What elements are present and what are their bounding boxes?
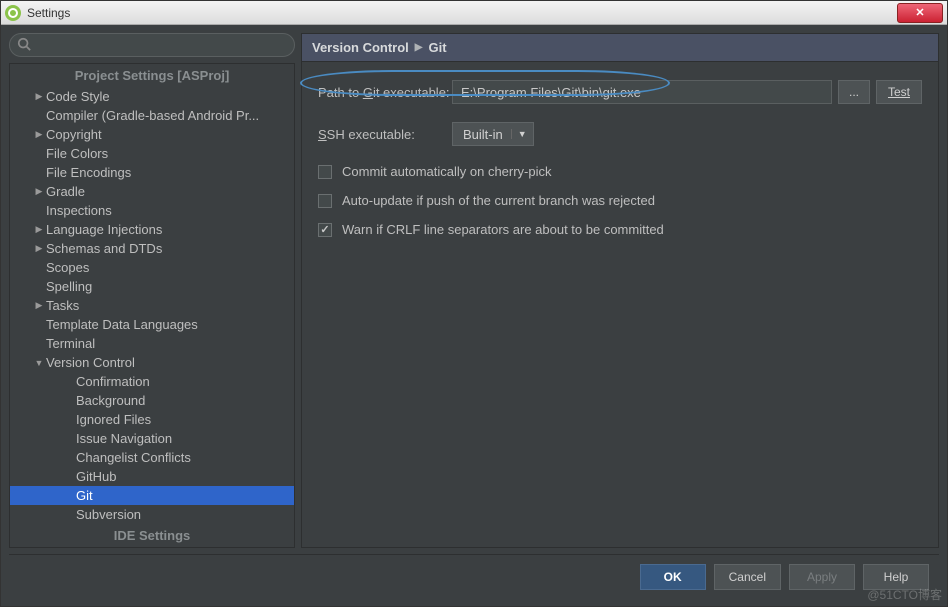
- tree-item-spelling[interactable]: Spelling: [10, 277, 294, 296]
- tree-item-label: Issue Navigation: [76, 431, 172, 446]
- tree-item-label: File Encodings: [46, 165, 131, 180]
- chevron-right-icon: ▶: [32, 91, 46, 102]
- tree-item-language-injections[interactable]: ▶Language Injections: [10, 220, 294, 239]
- tree-item-label: Git: [76, 488, 93, 503]
- window-title: Settings: [27, 6, 897, 20]
- tree-item-copyright[interactable]: ▶Copyright: [10, 125, 294, 144]
- cherry-pick-checkbox[interactable]: [318, 165, 332, 179]
- chevron-right-icon: ▶: [32, 129, 46, 140]
- tree-item-label: Schemas and DTDs: [46, 241, 162, 256]
- client-area: Project Settings [ASProj]▶Code StyleComp…: [1, 25, 947, 606]
- sidebar: Project Settings [ASProj]▶Code StyleComp…: [9, 33, 295, 548]
- tree-item-compiler-gradle-based-android-pr[interactable]: Compiler (Gradle-based Android Pr...: [10, 106, 294, 125]
- crlf-warn-label: Warn if CRLF line separators are about t…: [342, 222, 664, 237]
- test-button[interactable]: Test: [876, 80, 922, 104]
- chevron-down-icon: ▼: [511, 129, 527, 139]
- settings-tree[interactable]: Project Settings [ASProj]▶Code StyleComp…: [9, 63, 295, 548]
- ssh-executable-select[interactable]: Built-in▼: [452, 122, 534, 146]
- tree-item-changelist-conflicts[interactable]: Changelist Conflicts: [10, 448, 294, 467]
- tree-item-gradle[interactable]: ▶Gradle: [10, 182, 294, 201]
- tree-item-label: Ignored Files: [76, 412, 151, 427]
- chevron-right-icon: ▶: [32, 300, 46, 311]
- tree-item-label: Copyright: [46, 127, 102, 142]
- content-panel: Version Control ▶ Git Path to Git execut…: [301, 33, 939, 548]
- tree-item-template-data-languages[interactable]: Template Data Languages: [10, 315, 294, 334]
- breadcrumb-part: Git: [429, 40, 447, 55]
- apply-button[interactable]: Apply: [789, 564, 855, 590]
- tree-item-issue-navigation[interactable]: Issue Navigation: [10, 429, 294, 448]
- chevron-down-icon: ▼: [32, 358, 46, 368]
- tree-item-label: Background: [76, 393, 145, 408]
- chevron-right-icon: ▶: [32, 186, 46, 197]
- tree-item-label: File Colors: [46, 146, 108, 161]
- auto-update-label: Auto-update if push of the current branc…: [342, 193, 655, 208]
- tree-item-version-control[interactable]: ▼Version Control: [10, 353, 294, 372]
- tree-item-label: Gradle: [46, 184, 85, 199]
- titlebar: Settings ✕: [1, 1, 947, 25]
- git-settings-form: Path to Git executable: ... Test SSH exe…: [302, 62, 938, 269]
- ssh-label: SSH executable:: [318, 127, 452, 142]
- tree-item-label: Tasks: [46, 298, 79, 313]
- tree-item-ignored-files[interactable]: Ignored Files: [10, 410, 294, 429]
- tree-item-background[interactable]: Background: [10, 391, 294, 410]
- tree-item-label: Confirmation: [76, 374, 150, 389]
- app-icon: [5, 5, 21, 21]
- browse-button[interactable]: ...: [838, 80, 870, 104]
- chevron-right-icon: ▶: [32, 224, 46, 235]
- search-icon: [17, 37, 31, 51]
- tree-item-label: Scopes: [46, 260, 89, 275]
- breadcrumb: Version Control ▶ Git: [302, 34, 938, 62]
- breadcrumb-part[interactable]: Version Control: [312, 40, 409, 55]
- tree-item-label: Version Control: [46, 355, 135, 370]
- auto-update-checkbox[interactable]: [318, 194, 332, 208]
- tree-item-label: Changelist Conflicts: [76, 450, 191, 465]
- dialog-footer: OK Cancel Apply Help: [9, 554, 939, 598]
- close-button[interactable]: ✕: [897, 3, 943, 23]
- tree-item-github[interactable]: GitHub: [10, 467, 294, 486]
- cancel-button[interactable]: Cancel: [714, 564, 781, 590]
- git-path-input[interactable]: [452, 80, 832, 104]
- cherry-pick-label: Commit automatically on cherry-pick: [342, 164, 552, 179]
- tree-item-schemas-and-dtds[interactable]: ▶Schemas and DTDs: [10, 239, 294, 258]
- tree-item-label: Compiler (Gradle-based Android Pr...: [46, 108, 259, 123]
- ok-button[interactable]: OK: [640, 564, 706, 590]
- path-label: Path to Git executable:: [318, 85, 452, 100]
- settings-window: Settings ✕ Project Settings [ASProj]▶Cod…: [0, 0, 948, 607]
- tree-item-confirmation[interactable]: Confirmation: [10, 372, 294, 391]
- tree-item-label: Spelling: [46, 279, 92, 294]
- tree-item-inspections[interactable]: Inspections: [10, 201, 294, 220]
- tree-item-tasks[interactable]: ▶Tasks: [10, 296, 294, 315]
- tree-item-file-colors[interactable]: File Colors: [10, 144, 294, 163]
- breadcrumb-sep-icon: ▶: [415, 42, 423, 53]
- search-input[interactable]: [9, 33, 295, 57]
- tree-section-header: Project Settings [ASProj]: [10, 64, 294, 87]
- tree-item-scopes[interactable]: Scopes: [10, 258, 294, 277]
- tree-item-label: Code Style: [46, 89, 110, 104]
- crlf-warn-checkbox[interactable]: [318, 223, 332, 237]
- tree-item-subversion[interactable]: Subversion: [10, 505, 294, 524]
- tree-item-label: Inspections: [46, 203, 112, 218]
- tree-item-label: Terminal: [46, 336, 95, 351]
- help-button[interactable]: Help: [863, 564, 929, 590]
- chevron-right-icon: ▶: [32, 243, 46, 254]
- tree-item-label: Subversion: [76, 507, 141, 522]
- tree-item-code-style[interactable]: ▶Code Style: [10, 87, 294, 106]
- tree-item-label: Template Data Languages: [46, 317, 198, 332]
- tree-section-header: IDE Settings: [10, 524, 294, 547]
- tree-item-label: GitHub: [76, 469, 116, 484]
- tree-item-terminal[interactable]: Terminal: [10, 334, 294, 353]
- tree-item-git[interactable]: Git: [10, 486, 294, 505]
- tree-item-label: Language Injections: [46, 222, 162, 237]
- tree-item-file-encodings[interactable]: File Encodings: [10, 163, 294, 182]
